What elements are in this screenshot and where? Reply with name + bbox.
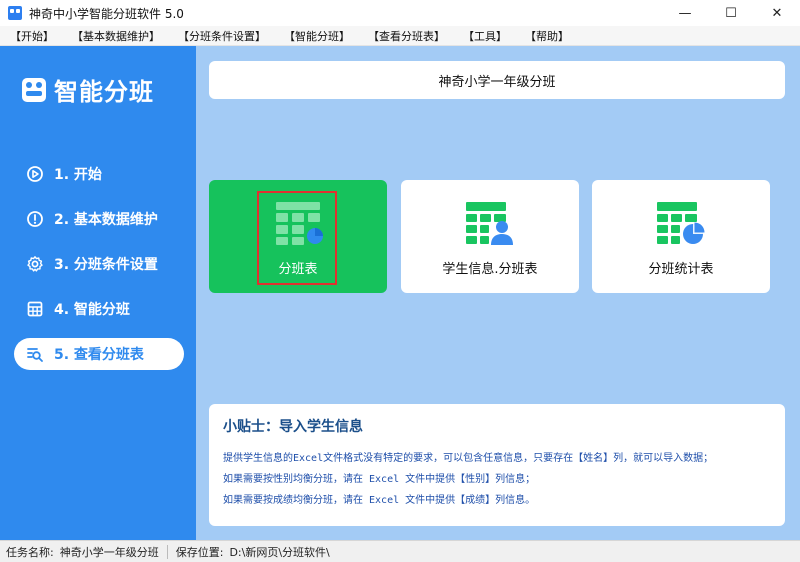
tip-line: 提供学生信息的Excel文件格式没有特定的要求，可以包含任意信息，只要存在【姓名… [223,453,714,464]
tip-line: 如果需要按性别均衡分班，请在 Excel 文件中提供【性别】列信息； [223,474,536,485]
window-controls: — ☐ ✕ [662,0,800,26]
sidebar-item-label: 3. 分班条件设置 [54,257,158,273]
sidebar: 智能分班 1. 开始 2. 基本数据维护 3. 分班条件设置 4. 智能分班 5… [0,46,196,540]
tip-card: 小贴士：导入学生信息 提供学生信息的Excel文件格式没有特定的要求，可以包含任… [209,404,785,526]
tile-student-info-table[interactable]: 学生信息.分班表 [401,180,579,293]
brand-logo-icon [22,77,46,102]
student-table-icon [466,202,513,245]
task-name-value: 神奇小学一年级分班 [59,545,159,559]
save-location-label: 保存位置: [175,545,224,559]
menu-class-conditions[interactable]: 【分班条件设置】 [178,28,266,44]
sidebar-item-smart-assign[interactable]: 4. 智能分班 [14,293,184,325]
tip-title: 小贴士：导入学生信息 [223,419,363,435]
sidebar-item-conditions[interactable]: 3. 分班条件设置 [14,248,184,280]
page-title: 神奇小学一年级分班 [438,74,556,90]
gear-icon [26,255,44,273]
menu-basic-data[interactable]: 【基本数据维护】 [72,28,160,44]
stats-table-icon [657,202,705,244]
status-bar: 任务名称: 神奇小学一年级分班 保存位置: D:\新网页\分班软件\ [0,540,800,562]
calculator-icon [26,300,44,318]
close-button[interactable]: ✕ [754,0,800,26]
save-location-value: D:\新网页\分班软件\ [229,545,330,559]
window-title: 神奇中小学智能分班软件 5.0 [29,6,184,21]
tile-class-table[interactable]: 分班表 [209,180,387,293]
search-list-icon [26,345,44,363]
tile-class-stats-table[interactable]: 分班统计表 [592,180,770,293]
sidebar-item-basic-data[interactable]: 2. 基本数据维护 [14,203,184,235]
brand: 智能分班 [22,72,154,107]
menu-view-tables[interactable]: 【查看分班表】 [368,28,445,44]
page-title-card: 神奇小学一年级分班 [209,61,785,99]
sidebar-item-start[interactable]: 1. 开始 [14,158,184,190]
selection-highlight [257,191,337,285]
info-circle-icon [26,210,44,228]
menu-start[interactable]: 【开始】 [10,28,54,44]
menu-tools[interactable]: 【工具】 [463,28,507,44]
menu-bar: 【开始】 【基本数据维护】 【分班条件设置】 【智能分班】 【查看分班表】 【工… [0,26,800,46]
status-divider [166,544,168,559]
sidebar-item-label: 5. 查看分班表 [54,347,144,363]
sidebar-item-label: 4. 智能分班 [54,302,130,318]
title-bar: 神奇中小学智能分班软件 5.0 — ☐ ✕ [0,0,800,26]
sidebar-item-view-tables[interactable]: 5. 查看分班表 [14,338,184,370]
tip-line: 如果需要按成绩均衡分班，请在 Excel 文件中提供【成绩】列信息。 [223,495,536,506]
play-circle-icon [26,165,44,183]
tile-label: 学生信息.分班表 [442,262,538,277]
main-panel: 神奇小学一年级分班 分班表 学生信息.分班表 分班统计表 小贴士：导入学生信息 … [196,46,800,540]
tile-label: 分班统计表 [648,262,714,277]
sidebar-item-label: 2. 基本数据维护 [54,212,158,228]
minimize-button[interactable]: — [662,0,708,26]
app-icon [8,6,22,20]
menu-smart-assign[interactable]: 【智能分班】 [284,28,350,44]
sidebar-item-label: 1. 开始 [54,167,102,183]
brand-title: 智能分班 [54,78,154,106]
menu-help[interactable]: 【帮助】 [525,28,569,44]
task-name-label: 任务名称: [6,545,54,559]
maximize-button[interactable]: ☐ [708,0,754,26]
sidebar-nav: 1. 开始 2. 基本数据维护 3. 分班条件设置 4. 智能分班 5. 查看分… [14,158,184,383]
